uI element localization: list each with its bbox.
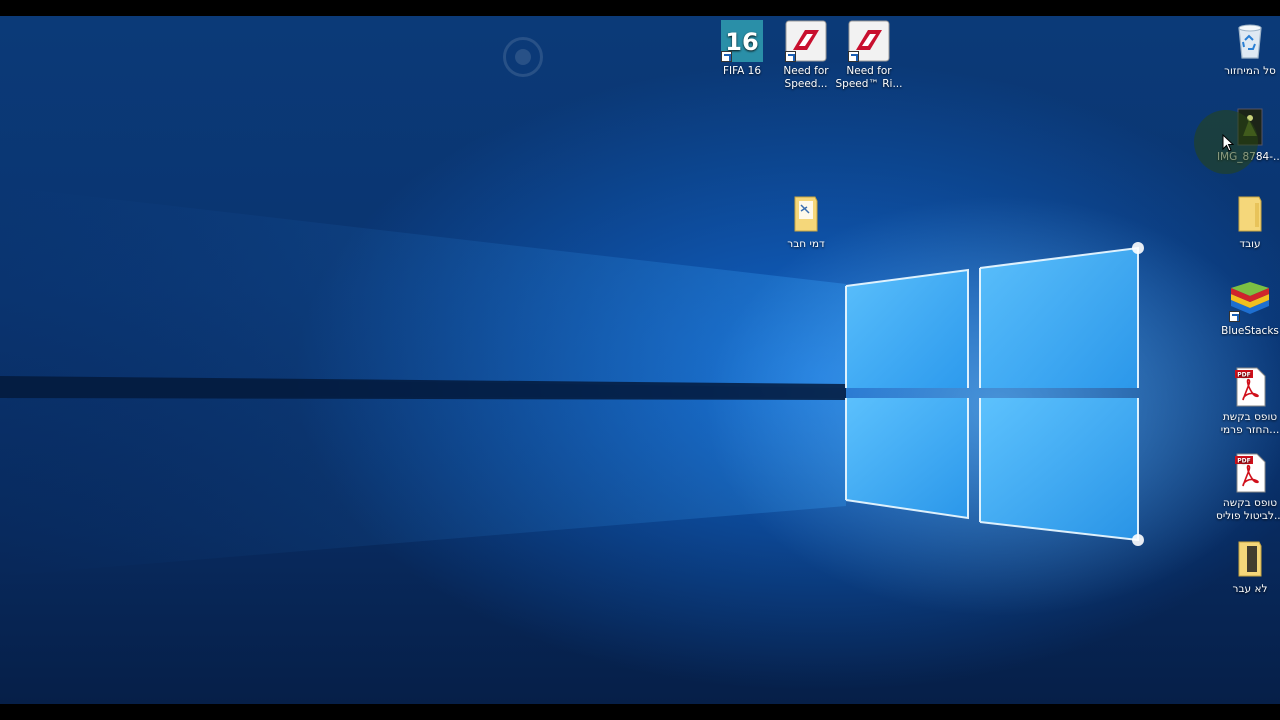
shortcut-arrow-icon	[1229, 311, 1240, 322]
desktop-icon-label: דמי חבר	[787, 238, 825, 250]
shortcut-arrow-icon	[848, 51, 859, 62]
screen: 16 FIFA 16 Need for Speed... Need for Sp…	[0, 0, 1280, 720]
folder-icon	[1229, 538, 1271, 580]
desktop-icon-folder-dmei-chaver[interactable]: דמי חבר	[768, 193, 844, 251]
folder-icon	[785, 193, 827, 235]
desktop-icon-folder-lo-avar[interactable]: לא עבר	[1212, 538, 1280, 596]
shortcut-arrow-icon	[721, 51, 732, 62]
windows-logo-wallpaper	[0, 186, 1144, 576]
svg-text:PDF: PDF	[1237, 458, 1250, 465]
desktop-icon-label: לא עבר	[1232, 583, 1268, 595]
desktop-icon-label: עובד	[1239, 238, 1261, 250]
desktop-icon-folder-oved[interactable]: עובד	[1212, 193, 1280, 251]
pdf-file-icon: PDF	[1229, 366, 1271, 408]
svg-text:PDF: PDF	[1237, 372, 1250, 379]
desktop-icon-bluestacks[interactable]: BlueStacks	[1212, 280, 1280, 338]
need-for-speed-icon	[785, 20, 827, 62]
desktop-icon-label: סל המיחזור	[1224, 65, 1276, 77]
pdf-file-icon: PDF	[1229, 452, 1271, 494]
recycle-bin-icon	[1229, 20, 1271, 62]
screen-recorder-watermark-icon	[503, 37, 543, 77]
desktop-icon-need-for-speed-rivals[interactable]: Need for Speed™ Ri...	[831, 20, 907, 91]
need-for-speed-rivals-icon	[848, 20, 890, 62]
folder-icon	[1229, 193, 1271, 235]
desktop-icon-label: טופס בקשת החזר פרמי...	[1220, 411, 1280, 436]
desktop-icon-label: Need for Speed™ Ri...	[835, 65, 903, 90]
letterbox-bar	[0, 704, 1280, 720]
desktop-icon-recycle-bin[interactable]: סל המיחזור	[1212, 20, 1280, 78]
desktop-wallpaper[interactable]: 16 FIFA 16 Need for Speed... Need for Sp…	[0, 16, 1280, 704]
bluestacks-icon	[1229, 280, 1271, 322]
desktop-icon-label: טופס בקשה לביטול פוליס...	[1216, 497, 1280, 522]
desktop-icon-label: BlueStacks	[1221, 325, 1279, 337]
desktop-icon-pdf-refund-request[interactable]: PDF טופס בקשת החזר פרמי...	[1212, 366, 1280, 437]
shortcut-arrow-icon	[785, 51, 796, 62]
fifa16-game-icon: 16	[721, 20, 763, 62]
desktop-icon-pdf-policy-cancellation[interactable]: PDF טופס בקשה לביטול פוליס...	[1212, 452, 1280, 523]
mouse-pointer-icon	[1222, 134, 1235, 152]
